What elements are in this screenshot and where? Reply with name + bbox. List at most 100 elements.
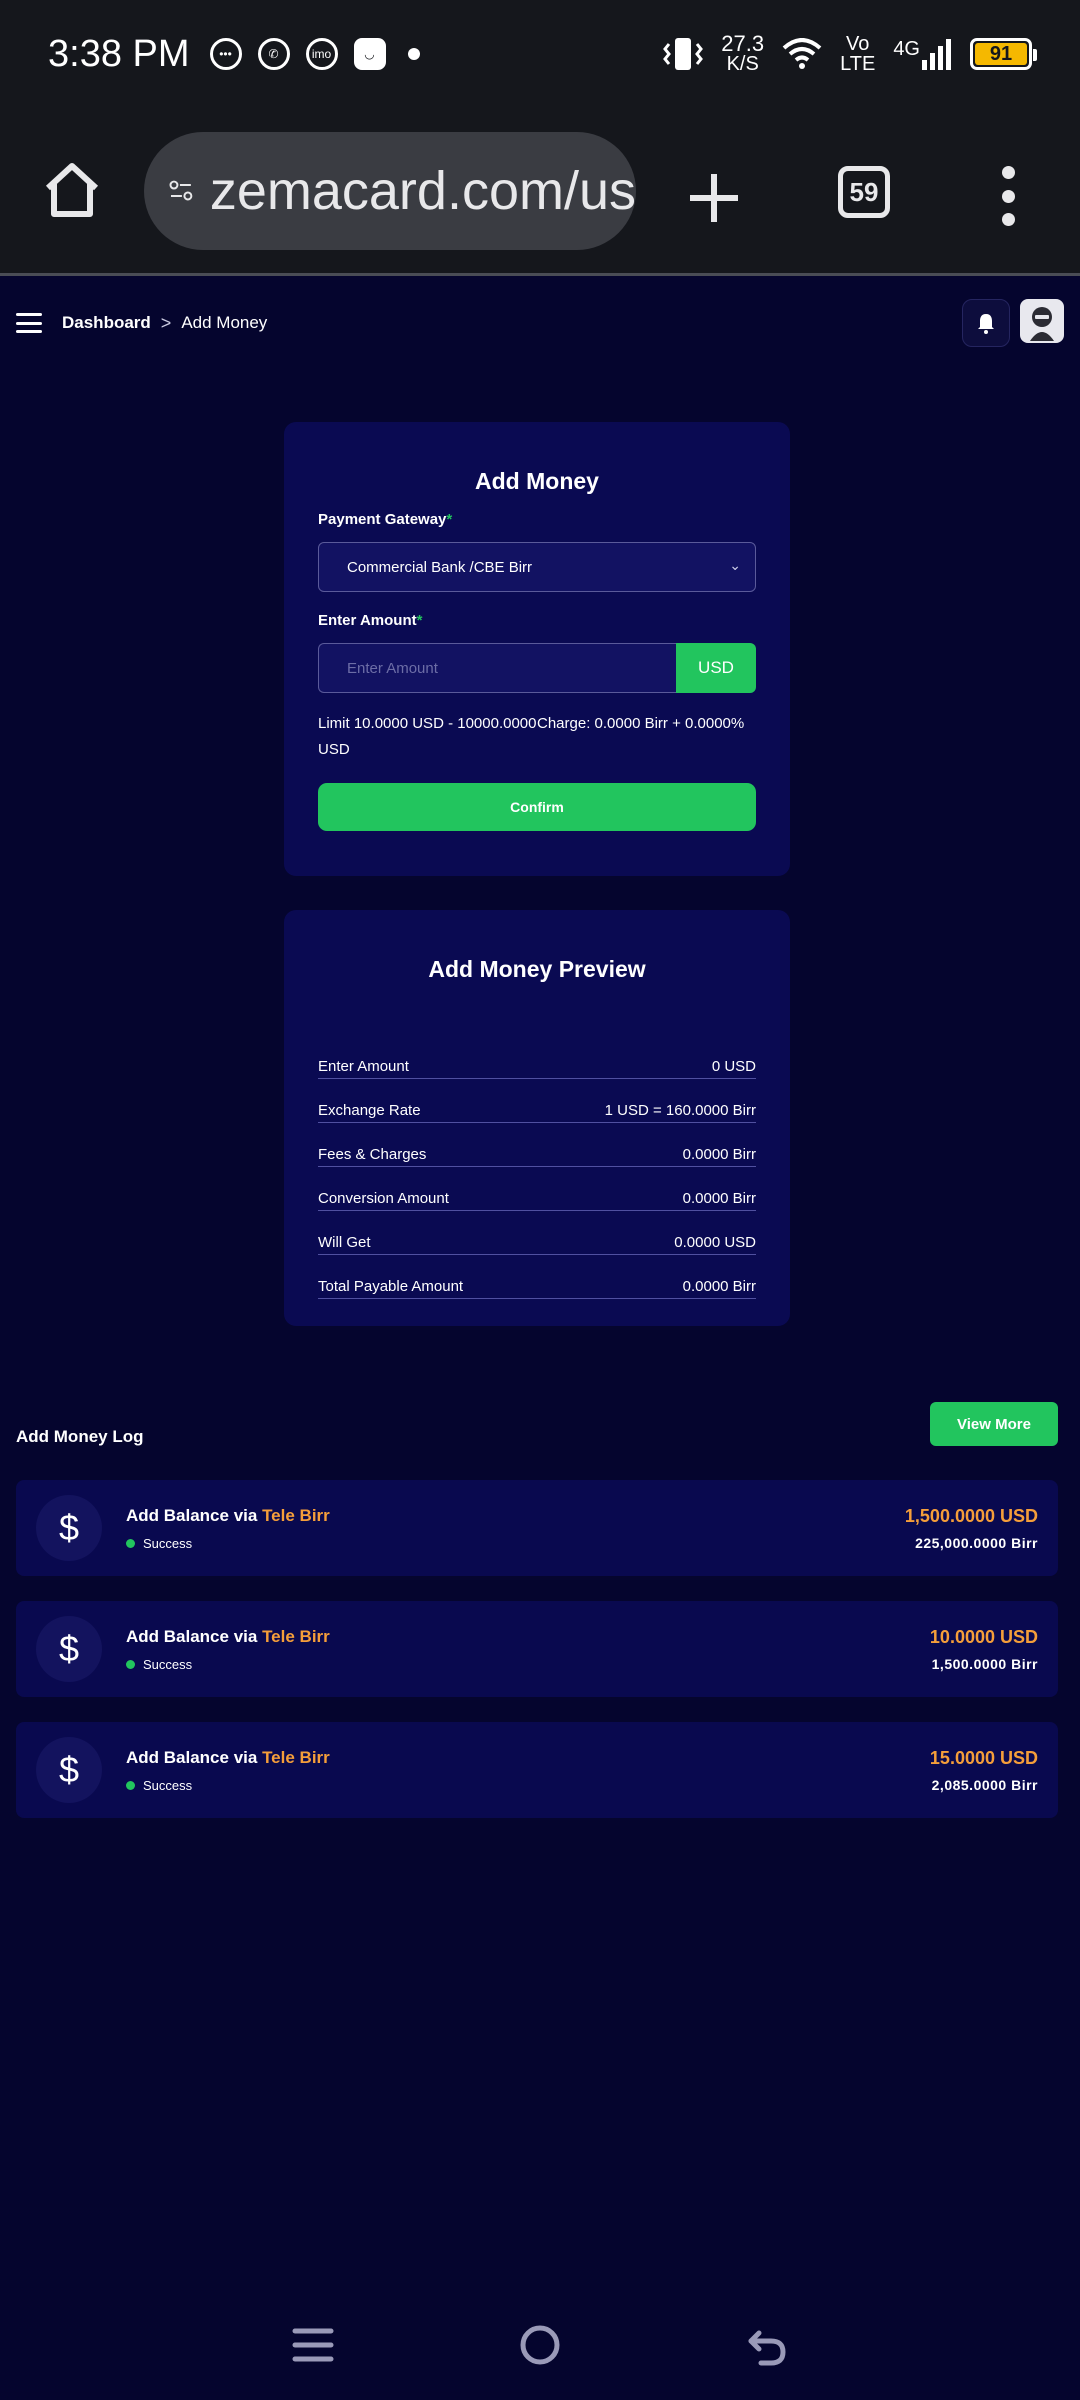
recent-apps-icon[interactable] [291,2323,335,2367]
status-dot-icon [126,1659,135,1669]
status-dot-icon [126,1538,135,1548]
log-prefix: Add Balance via [126,1626,258,1646]
messages-icon: ••• [209,38,242,70]
preview-row-label: Fees & Charges [318,1146,427,1163]
user-avatar[interactable] [1020,299,1064,343]
log-description: Add Balance via Tele Birr [126,1748,930,1768]
log-usd-amount: 1,500.0000 USD [904,1505,1038,1526]
log-item[interactable]: $ Add Balance via Tele Birr Success 10.0… [16,1601,1058,1697]
preview-row-value: 0.0000 Birr [682,1278,756,1295]
add-money-card: Add Money Payment Gateway* Commercial Ba… [284,422,790,876]
preview-row: Total Payable Amount 0.0000 Birr [318,1255,756,1299]
battery-icon: 91 [970,38,1037,70]
amount-input-group: USD [318,643,756,693]
volte-bottom: LTE [840,53,876,75]
home-icon[interactable] [40,158,104,222]
amount-input[interactable] [318,643,676,693]
log-item[interactable]: $ Add Balance via Tele Birr Success 1,50… [16,1480,1058,1576]
signal-icon [922,39,951,70]
limit-text: Limit 10.0000 USD - 10000.0000 USD [318,715,537,758]
payment-gateway-select[interactable]: Commercial Bank /CBE Birr ⌄ [318,542,756,592]
currency-unit-badge: USD [676,643,756,693]
browser-toolbar: zemacard.com/us 59 [0,108,1080,276]
gateway-label-text: Payment Gateway [318,511,447,528]
preview-row-label: Exchange Rate [318,1102,421,1119]
add-money-preview-card: Add Money Preview Enter Amount 0 USD Exc… [284,910,790,1326]
more-options-icon[interactable] [996,166,1020,226]
amount-label-text: Enter Amount [318,612,417,629]
preview-row: Fees & Charges 0.0000 Birr [318,1123,756,1167]
log-birr-amount: 225,000.0000 Birr [915,1534,1038,1551]
url-text: zemacard.com/us [209,161,636,221]
vibrate-icon [663,38,704,70]
preview-row: Will Get 0.0000 USD [318,1211,756,1255]
new-tab-icon[interactable] [684,168,744,228]
preview-title: Add Money Preview [428,956,646,982]
preview-row-value: 0 USD [711,1058,756,1075]
status-time: 3:38 PM [48,32,190,75]
avatar-icon [1030,307,1054,341]
notifications-button[interactable] [962,299,1010,347]
log-method: Tele Birr [262,1747,330,1767]
log-description: Add Balance via Tele Birr [126,1506,905,1526]
shopping-bag-icon: ◡ [353,38,386,70]
log-status: Success [126,1778,930,1793]
view-more-button[interactable]: View More [930,1402,1058,1446]
volte-indicator: Vo LTE [840,34,875,74]
log-usd-amount: 15.0000 USD [929,1747,1038,1768]
breadcrumb-current: Add Money [181,313,268,332]
preview-row: Enter Amount 0 USD [318,1035,756,1079]
preview-row: Conversion Amount 0.0000 Birr [318,1167,756,1211]
log-title: Add Money Log [16,1427,144,1446]
breadcrumb-separator: > [160,312,172,333]
menu-icon[interactable] [16,313,42,333]
payment-gateway-value: Commercial Bank /CBE Birr [347,558,533,576]
breadcrumb-dashboard[interactable]: Dashboard [62,313,151,333]
log-status-text: Success [143,1535,193,1551]
preview-row-label: Will Get [318,1234,371,1251]
required-mark: * [416,612,423,629]
log-method: Tele Birr [262,1626,330,1646]
log-method: Tele Birr [262,1505,330,1525]
confirm-button[interactable]: Confirm [318,783,756,831]
status-dot-icon [126,1780,135,1790]
log-prefix: Add Balance via [126,1505,258,1525]
add-money-title: Add Money [475,468,599,494]
preview-row-label: Enter Amount [318,1058,409,1075]
chevron-down-icon: ⌄ [729,557,741,573]
dollar-icon: $ [36,1737,102,1803]
preview-row: Exchange Rate 1 USD = 160.0000 Birr [318,1079,756,1123]
notification-icons: ••• ✆ imo ◡ [209,38,420,70]
preview-row-value: 0.0000 USD [674,1234,756,1251]
amount-label: Enter Amount* [318,612,756,629]
app-header: Dashboard > Add Money [0,279,1080,367]
system-navigation-bar [0,2290,1080,2400]
bell-icon [978,314,994,334]
preview-row-value: 0.0000 Birr [682,1146,756,1163]
log-birr-amount: 2,085.0000 Birr [931,1776,1038,1793]
home-nav-icon[interactable] [518,2323,562,2367]
log-prefix: Add Balance via [126,1747,258,1767]
tab-switcher-button[interactable]: 59 [838,166,890,218]
site-settings-icon[interactable] [168,165,194,217]
add-money-log-header: Add Money Log View More [16,1402,1058,1446]
whatsapp-icon: ✆ [257,38,290,70]
wifi-icon [782,38,822,69]
log-status-text: Success [143,1777,193,1793]
log-status: Success [126,1657,930,1672]
gateway-label: Payment Gateway* [318,511,756,528]
log-item[interactable]: $ Add Balance via Tele Birr Success 15.0… [16,1722,1058,1818]
back-icon[interactable] [745,2323,789,2367]
address-bar[interactable]: zemacard.com/us [144,132,636,250]
log-status-text: Success [143,1656,193,1672]
charge-text: Charge: 0.0000 Birr + 0.0000% [537,715,745,732]
volte-top: Vo [846,33,870,55]
log-usd-amount: 10.0000 USD [929,1626,1038,1647]
battery-level: 91 [975,43,1027,65]
imo-icon: imo [305,38,338,70]
required-mark: * [446,511,453,528]
status-bar: 3:38 PM ••• ✆ imo ◡ 27.3 K/S Vo LTE 4G 9… [0,0,1080,108]
preview-list: Enter Amount 0 USD Exchange Rate 1 USD =… [318,1035,756,1299]
dollar-icon: $ [36,1495,102,1561]
network-type: 4G [893,38,920,60]
